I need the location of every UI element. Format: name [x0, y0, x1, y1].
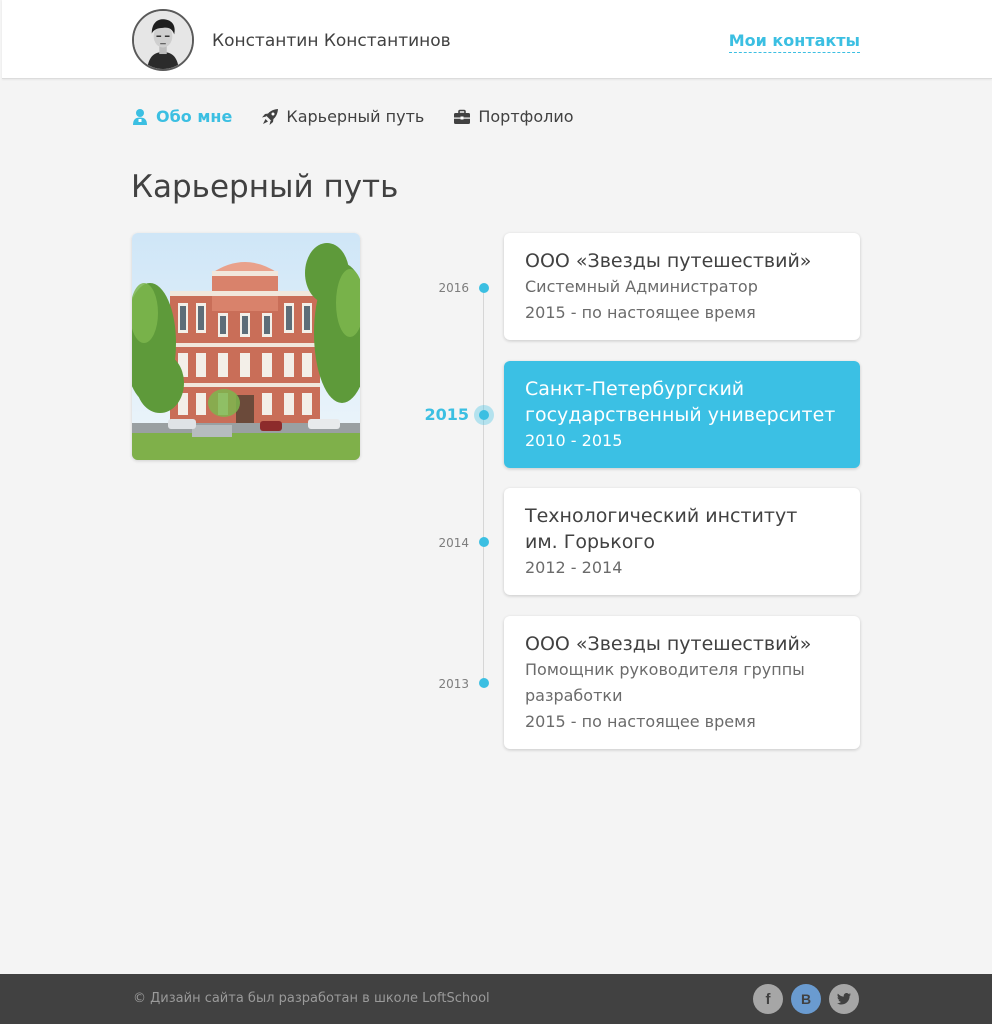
university-photo: [132, 233, 360, 460]
site-header: Константин Константинов Мои контакты: [2, 0, 992, 79]
card-title: им. Горького: [525, 531, 655, 553]
card-period: 2015 - по настоящее время: [525, 303, 756, 322]
avatar-portrait-icon: [134, 11, 192, 69]
nav-item-portfolio[interactable]: Портфолио: [453, 107, 574, 127]
twitter-bird-icon: [837, 993, 851, 1005]
career-card[interactable]: ООО «Звезды путешествий» Системный Админ…: [504, 233, 860, 340]
timeline-dot[interactable]: [479, 283, 489, 293]
briefcase-icon: [453, 108, 471, 126]
facebook-glyph: f: [765, 990, 771, 1008]
facebook-icon[interactable]: f: [753, 984, 783, 1014]
vkontakte-icon[interactable]: B: [791, 984, 821, 1014]
copyright-text: © Дизайн сайта был разработан в школе Lo…: [133, 991, 490, 1006]
nav-item-about[interactable]: Обо мне: [131, 107, 232, 127]
main-nav: Обо мне Карьерный путь Портфолио: [131, 104, 603, 130]
page-title: Карьерный путь: [131, 169, 399, 205]
card-title: ООО «Звезды путешествий»: [525, 633, 812, 655]
site-footer: © Дизайн сайта был разработан в школе Lo…: [0, 974, 992, 1024]
card-period: 2012 - 2014: [525, 558, 623, 577]
twitter-icon[interactable]: [829, 984, 859, 1014]
my-contacts-link[interactable]: Мои контакты: [728, 31, 860, 53]
nav-item-career[interactable]: Карьерный путь: [261, 107, 424, 127]
card-position: Помощник руководителя группы: [525, 660, 805, 679]
timeline-year: 2013: [438, 677, 469, 691]
nav-item-label: Портфолио: [478, 107, 574, 126]
vkontakte-glyph: B: [800, 991, 812, 1007]
avatar[interactable]: [132, 9, 194, 71]
card-title: ООО «Звезды путешествий»: [525, 250, 812, 272]
timeline-dot-active[interactable]: [474, 405, 494, 425]
timeline-year: 2014: [438, 536, 469, 550]
card-title: Технологический институт: [525, 505, 798, 527]
card-position: разработки: [525, 686, 623, 705]
card-period: 2010 - 2015: [525, 431, 623, 450]
timeline-dot[interactable]: [479, 537, 489, 547]
card-title: Санкт-Петербургский: [525, 378, 745, 400]
card-title: государственный университет: [525, 404, 836, 426]
user-icon: [131, 108, 149, 126]
timeline-year: 2016: [438, 281, 469, 295]
career-card[interactable]: Технологический институт им. Горького 20…: [504, 488, 860, 595]
timeline-year-active: 2015: [424, 405, 469, 424]
career-card-active[interactable]: Санкт-Петербургский государственный унив…: [504, 361, 860, 468]
timeline-line: [483, 288, 484, 684]
user-name: Константин Константинов: [212, 31, 451, 51]
nav-item-label: Карьерный путь: [286, 107, 425, 126]
rocket-icon: [261, 108, 279, 126]
card-position: Системный Администратор: [525, 277, 758, 296]
card-period: 2015 - по настоящее время: [525, 712, 756, 731]
nav-item-label: Обо мне: [156, 107, 233, 126]
career-card[interactable]: ООО «Звезды путешествий» Помощник руково…: [504, 616, 860, 749]
timeline-dot[interactable]: [479, 678, 489, 688]
